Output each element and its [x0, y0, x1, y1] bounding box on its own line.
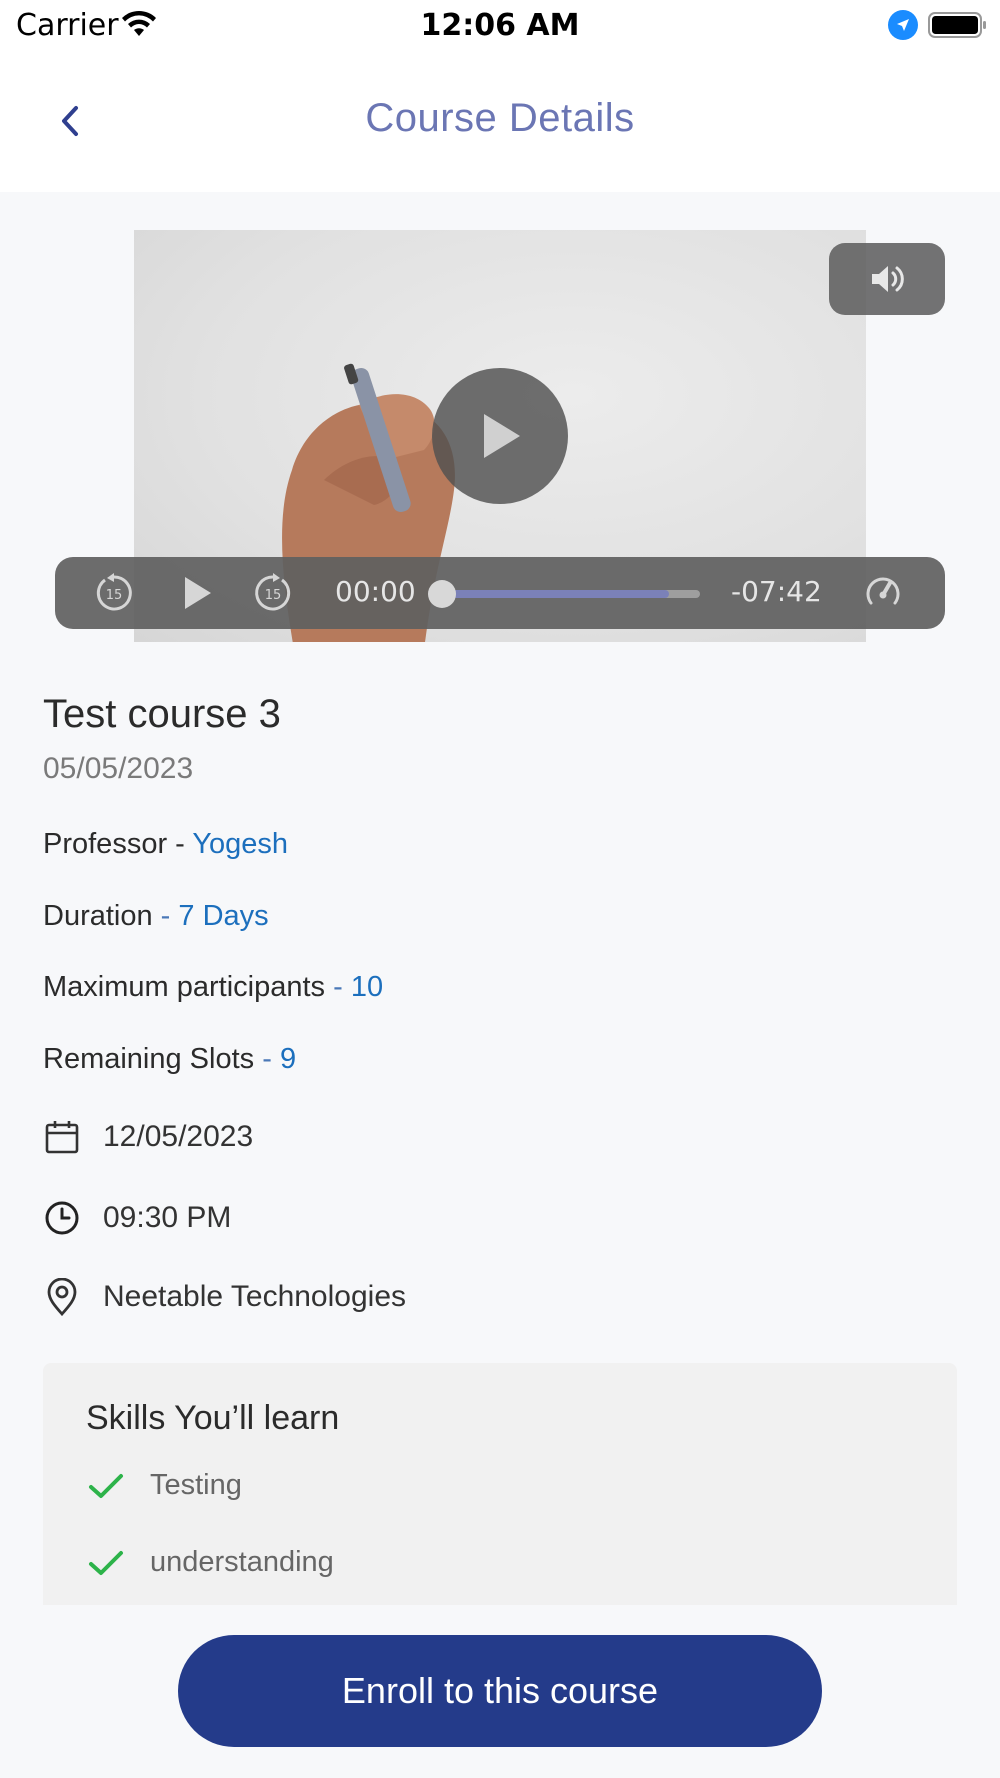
duration-row: Duration - 7 Days: [43, 900, 269, 933]
max-participants-value: 10: [350, 971, 384, 1003]
skills-card: Skills You’ll learn Testing understandin…: [43, 1363, 957, 1605]
forward-15-icon: 15: [255, 573, 291, 611]
duration-value: 7 Days: [178, 900, 269, 932]
professor-row: Professor - Yogesh: [43, 828, 288, 861]
skill-label: Testing: [150, 1469, 242, 1501]
duration-separator: -: [152, 900, 179, 932]
remaining-slots-value: 9: [279, 1043, 297, 1075]
status-bar: Carrier 12:06 AM: [0, 0, 1000, 52]
remaining-slots-row: Remaining Slots - 9: [43, 1043, 296, 1076]
enroll-button[interactable]: Enroll to this course: [178, 1635, 822, 1747]
event-time-row: 09:30 PM: [43, 1199, 231, 1237]
professor-name[interactable]: Yogesh: [192, 828, 288, 860]
remaining-slots-separator: -: [254, 1043, 280, 1075]
event-date-row: 12/05/2023: [43, 1118, 253, 1156]
svg-text:15: 15: [265, 588, 282, 603]
center-play-button[interactable]: [432, 368, 568, 504]
skill-item: Testing: [86, 1469, 242, 1502]
remaining-time: -07:42: [731, 575, 822, 608]
current-time: 00:00: [335, 575, 416, 608]
skill-item: understanding: [86, 1546, 334, 1579]
svg-text:15: 15: [106, 588, 123, 603]
checkmark-icon: [89, 1473, 123, 1498]
battery-icon: [928, 12, 986, 38]
rewind-15-button[interactable]: 15: [92, 571, 136, 615]
location-arrow-icon: [888, 10, 918, 40]
remaining-slots-label: Remaining Slots: [43, 1043, 255, 1075]
duration-label: Duration: [43, 900, 153, 932]
location-name: Neetable Technologies: [103, 1280, 407, 1313]
calendar-icon: [43, 1118, 81, 1156]
max-participants-label: Maximum participants: [43, 971, 326, 1003]
seek-thumb[interactable]: [428, 580, 456, 608]
seek-slider[interactable]: [428, 580, 700, 608]
map-pin-icon: [43, 1278, 81, 1316]
skills-title: Skills You’ll learn: [86, 1399, 340, 1437]
play-button[interactable]: [175, 571, 219, 615]
professor-label: Professor -: [43, 828, 193, 860]
location-row: Neetable Technologies: [43, 1278, 406, 1316]
status-time: 12:06 AM: [420, 8, 580, 43]
event-date: 12/05/2023: [103, 1120, 254, 1153]
video-controls-bar: 15 15 00:00 -07:42: [55, 557, 945, 629]
event-time: 09:30 PM: [103, 1201, 232, 1234]
volume-button[interactable]: [829, 243, 945, 315]
rewind-15-icon: 15: [96, 573, 132, 611]
course-title: Test course 3: [43, 692, 281, 736]
skill-label: understanding: [150, 1546, 334, 1578]
playback-speed-button[interactable]: [861, 571, 905, 615]
playback-speed-icon: [866, 577, 900, 605]
clock-icon: [43, 1199, 81, 1237]
page-title: Course Details: [365, 96, 635, 140]
max-participants-separator: -: [325, 971, 351, 1003]
play-icon: [484, 414, 520, 458]
checkmark-icon: [89, 1550, 123, 1575]
speaker-icon: [872, 266, 904, 292]
buffered-bar: [440, 590, 669, 598]
max-participants-row: Maximum participants - 10: [43, 971, 383, 1004]
course-date: 05/05/2023: [43, 752, 194, 785]
play-icon: [185, 577, 211, 609]
forward-15-button[interactable]: 15: [251, 571, 295, 615]
navigation-bar: Course Details: [0, 52, 1000, 192]
